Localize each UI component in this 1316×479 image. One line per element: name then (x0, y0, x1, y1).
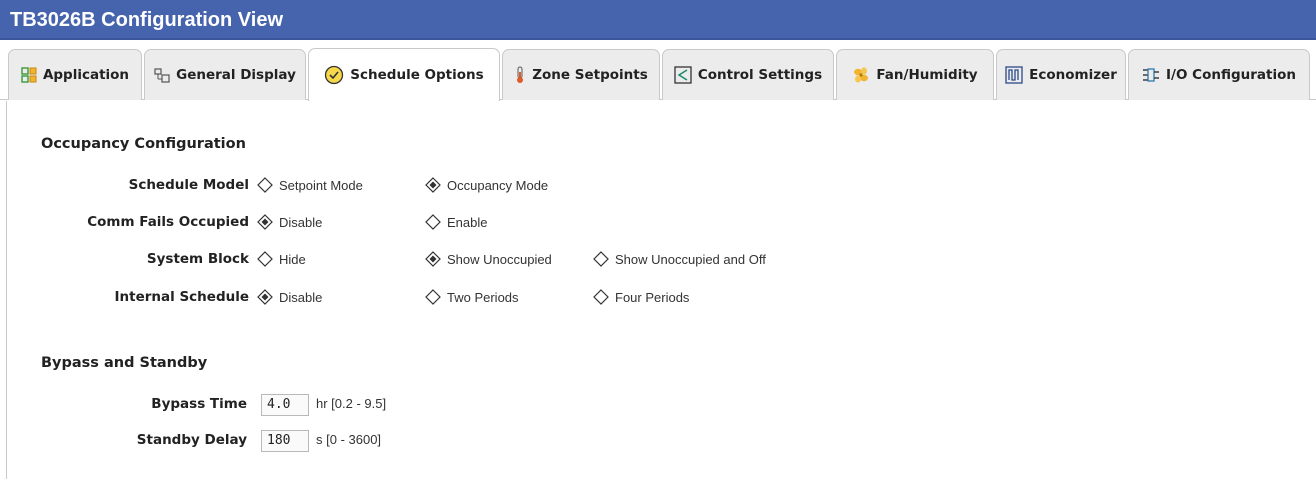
tab-label: Control Settings (697, 67, 823, 83)
schedule-model-row: Schedule Model (7, 174, 249, 196)
radio-unselected-icon (257, 251, 273, 267)
radio-label: Four Periods (615, 289, 690, 305)
bypass-time-label: Bypass Time (151, 396, 247, 412)
radio-label: Hide (279, 251, 306, 267)
radio-selected-icon (257, 214, 273, 230)
radio-selected-icon (257, 289, 273, 305)
tab-application[interactable]: Application (8, 49, 142, 100)
schedule-model-label: Schedule Model (128, 177, 249, 193)
radio-system-block-hide[interactable]: Hide (257, 248, 306, 270)
io-configuration-icon (1142, 67, 1160, 83)
economizer-icon (1005, 66, 1023, 84)
radio-label: Show Unoccupied and Off (615, 251, 766, 267)
radio-label: Enable (447, 214, 488, 230)
tab-label: General Display (176, 67, 296, 83)
radio-label: Two Periods (447, 289, 519, 305)
tab-general-display[interactable]: General Display (144, 49, 306, 100)
radio-internal-schedule-two-periods[interactable]: Two Periods (425, 286, 519, 308)
radio-selected-icon (425, 251, 441, 267)
internal-schedule-row: Internal Schedule (7, 286, 250, 308)
radio-label: Disable (279, 214, 323, 230)
fan-icon (852, 66, 870, 84)
tab-fan-humidity[interactable]: Fan/Humidity (836, 49, 994, 100)
tab-label: I/O Configuration (1166, 67, 1296, 83)
radio-unselected-icon (425, 214, 441, 230)
radio-comm-fails-disable[interactable]: Disable (257, 211, 322, 233)
radio-unselected-icon (593, 289, 609, 305)
tab-economizer[interactable]: Economizer (996, 49, 1126, 100)
control-settings-icon (674, 66, 692, 84)
tab-label: Application (42, 67, 130, 83)
radio-label: Show Unoccupied (447, 251, 552, 267)
radio-setpoint-mode[interactable]: Setpoint Mode (257, 174, 363, 196)
standby-delay-row: Standby Delay (7, 429, 247, 451)
internal-schedule-label: Internal Schedule (114, 289, 250, 305)
tab-io-configuration[interactable]: I/O Configuration (1128, 49, 1310, 100)
bypass-section-title: Bypass and Standby (41, 355, 208, 371)
radio-internal-schedule-disable[interactable]: Disable (257, 286, 322, 308)
tab-label: Zone Setpoints (532, 67, 648, 83)
standby-delay-unit: s [0 - 3600] (316, 432, 382, 447)
application-icon (21, 67, 37, 83)
radio-selected-icon (425, 177, 441, 193)
tab-schedule-options[interactable]: Schedule Options (308, 48, 500, 101)
radio-unselected-icon (593, 251, 609, 267)
occupancy-section-title: Occupancy Configuration (41, 136, 246, 152)
bypass-time-input[interactable]: 4.0 (261, 394, 309, 416)
tab-label: Fan/Humidity (876, 67, 978, 83)
general-display-icon (154, 67, 170, 83)
tab-zone-setpoints[interactable]: Zone Setpoints (502, 49, 660, 100)
comm-fails-occupied-row: Comm Fails Occupied (7, 211, 249, 233)
schedule-clock-icon (324, 65, 344, 85)
tab-bar: Application General Display Schedule Opt… (0, 46, 1316, 101)
system-block-label: System Block (146, 251, 249, 267)
schedule-options-panel: Occupancy Configuration Schedule Model S… (6, 101, 1316, 479)
bypass-time-row: Bypass Time (7, 393, 247, 415)
comm-fails-occupied-label: Comm Fails Occupied (87, 214, 249, 230)
tab-label: Schedule Options (350, 67, 484, 83)
standby-delay-input[interactable]: 180 (261, 430, 309, 452)
system-block-row: System Block (7, 248, 249, 270)
radio-system-block-show-unoccupied-and-off[interactable]: Show Unoccupied and Off (593, 248, 766, 270)
radio-unselected-icon (257, 177, 273, 193)
radio-comm-fails-enable[interactable]: Enable (425, 211, 487, 233)
tab-control-settings[interactable]: Control Settings (662, 49, 834, 100)
radio-label: Occupancy Mode (447, 177, 549, 193)
radio-system-block-show-unoccupied[interactable]: Show Unoccupied (425, 248, 552, 270)
tab-label: Economizer (1029, 67, 1117, 83)
radio-internal-schedule-four-periods[interactable]: Four Periods (593, 286, 689, 308)
radio-label: Disable (279, 289, 323, 305)
window-title: TB3026B Configuration View (0, 0, 1316, 40)
bypass-time-unit: hr [0.2 - 9.5] (316, 396, 387, 411)
radio-label: Setpoint Mode (279, 177, 363, 193)
standby-delay-label: Standby Delay (136, 432, 247, 448)
radio-occupancy-mode[interactable]: Occupancy Mode (425, 174, 548, 196)
radio-unselected-icon (425, 289, 441, 305)
thermometer-icon (514, 66, 526, 84)
